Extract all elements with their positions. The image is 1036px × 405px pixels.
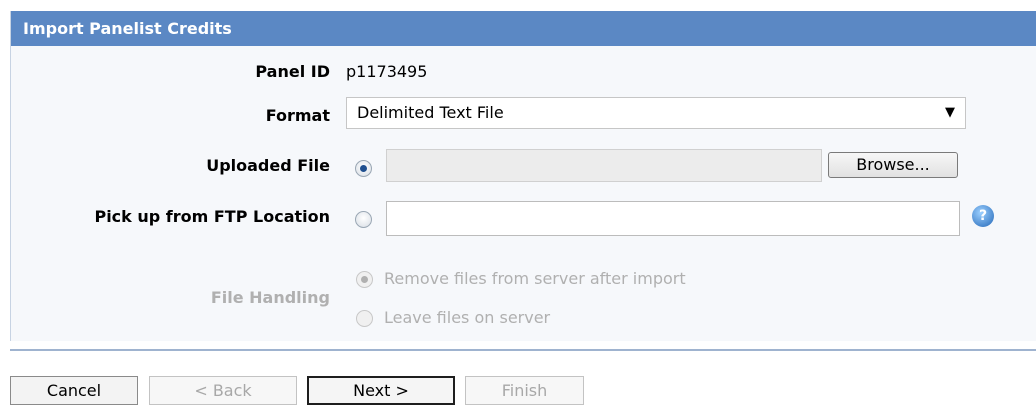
- dialog-title: Import Panelist Credits: [11, 11, 1036, 46]
- format-selected-value: Delimited Text File: [357, 103, 504, 122]
- format-label: Format: [265, 106, 330, 125]
- panel-id-value: p1173495: [346, 62, 428, 81]
- cancel-button[interactable]: Cancel: [10, 376, 138, 405]
- dropdown-arrow-icon: ▼: [945, 105, 955, 120]
- leave-files-option-label: Leave files on server: [384, 308, 551, 327]
- remove-files-option-label: Remove files from server after import: [384, 269, 686, 288]
- leave-files-radio[interactable]: [356, 310, 373, 327]
- footer-divider: [10, 349, 1036, 351]
- back-button[interactable]: < Back: [149, 376, 297, 405]
- remove-files-radio[interactable]: [356, 271, 373, 288]
- browse-button[interactable]: Browse...: [828, 152, 958, 178]
- uploaded-file-radio[interactable]: [355, 160, 372, 177]
- ftp-location-label: Pick up from FTP Location: [94, 207, 330, 226]
- format-select[interactable]: Delimited Text File ▼: [346, 97, 966, 129]
- ftp-location-radio[interactable]: [355, 211, 372, 228]
- finish-button[interactable]: Finish: [465, 376, 584, 405]
- next-button[interactable]: Next >: [307, 376, 455, 405]
- panel-id-label: Panel ID: [255, 62, 330, 81]
- help-icon[interactable]: ?: [972, 205, 994, 227]
- uploaded-file-input[interactable]: [386, 149, 822, 182]
- file-handling-label: File Handling: [210, 288, 330, 307]
- uploaded-file-label: Uploaded File: [206, 156, 330, 175]
- ftp-location-input[interactable]: [386, 201, 960, 236]
